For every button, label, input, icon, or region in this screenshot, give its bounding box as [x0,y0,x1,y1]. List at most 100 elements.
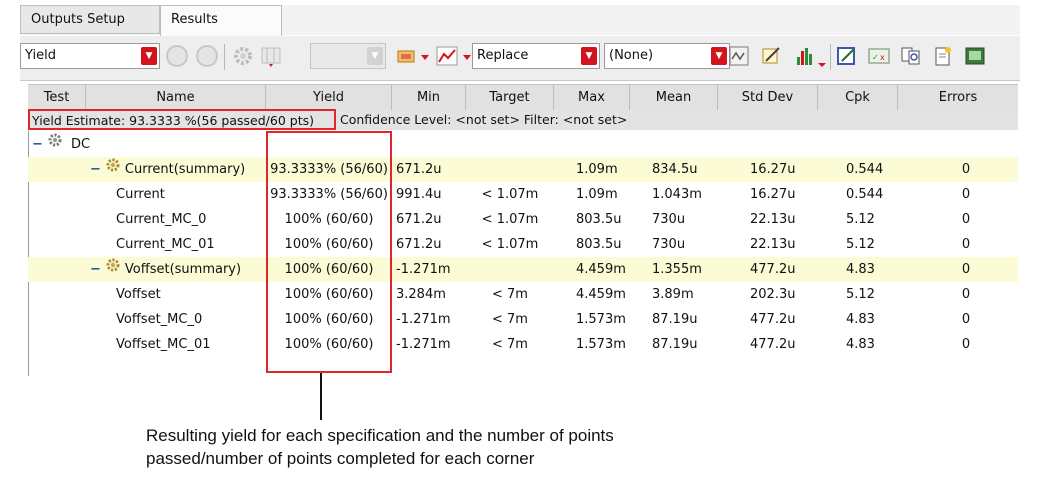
annotate-icon[interactable] [760,45,782,67]
errors-cell: 0 [961,287,971,302]
results-view-select[interactable]: Yield ▼ [20,43,160,69]
cpk-cell: 4.83 [846,337,875,352]
settings-gear-icon[interactable] [232,45,254,67]
column-header-mean[interactable]: Mean [630,85,718,110]
plot-mode-select[interactable]: Replace ▼ [472,43,600,69]
tree-root-row[interactable]: − DC [28,132,1018,157]
yield-column-highlight [266,131,392,373]
summary-row[interactable]: − Current(summary) 93.3333% (56/60) 671.2u 1… [28,157,1018,182]
compare-icon[interactable] [900,45,922,67]
max-cell: 1.573m [576,337,626,352]
collapse-icon[interactable]: − [32,132,43,157]
max-cell: 803.5u [576,212,622,227]
tab-outputs-setup[interactable]: Outputs Setup [20,5,160,34]
summary-row[interactable]: − Voffset(summary) 100% (60/60) -1.271m 4.45… [28,257,1018,282]
name-cell: Voffset [116,287,161,302]
tab-bar: Outputs Setup Results [20,5,1020,36]
min-cell: 671.2u [396,237,442,252]
max-cell: 1.573m [576,312,626,327]
plot-mode-value: Replace [477,48,529,63]
chevron-down-icon[interactable] [418,45,432,67]
mean-cell: 87.19u [652,312,698,327]
history-select[interactable]: ▼ [310,43,386,69]
chevron-down-icon[interactable]: ▼ [581,47,597,65]
cpk-cell: 5.12 [846,287,875,302]
gear-icon [105,157,121,182]
next-icon[interactable] [196,45,218,67]
results-table-header: Test Name Yield Min Target Max Mean Std … [28,84,1018,111]
table-row[interactable]: Voffset_MC_0 100% (60/60) -1.271m < 7m 1.573… [28,307,1018,332]
tree-root-label: DC [71,137,91,152]
pass-fail-icon[interactable]: ✓ x [868,45,890,67]
plot-icon[interactable] [436,45,458,67]
document-icon[interactable] [932,45,954,67]
filter-value: (None) [609,48,654,63]
target-cell [466,157,554,182]
target-cell: < 1.07m [481,187,539,202]
highlight-icon[interactable] [396,45,418,67]
column-header-target[interactable]: Target [466,85,554,110]
std-cell: 22.13u [750,237,796,252]
min-cell: -1.271m [396,312,451,327]
chevron-down-icon[interactable]: ▼ [711,47,727,65]
cpk-cell: 4.83 [846,262,875,277]
min-cell: -1.271m [396,262,451,277]
name-cell: Current_MC_01 [116,237,215,252]
cpk-cell: 5.12 [846,237,875,252]
filter-select[interactable]: (None) ▼ [604,43,730,69]
table-row[interactable]: Current 93.3333% (56/60) 991.4u < 1.07m 1.09… [28,182,1018,207]
chevron-down-icon[interactable]: ▼ [367,47,383,65]
name-text: Current(summary) [124,162,246,177]
mean-cell: 834.5u [652,162,698,177]
callout-caption: Resulting yield for each specification a… [146,424,614,470]
toolbar-separator [830,44,831,70]
mean-cell: 730u [652,212,686,227]
target-cell: < 7m [492,312,528,327]
table-row[interactable]: Voffset 100% (60/60) 3.284m < 7m 4.459m 3.89m… [28,282,1018,307]
gear-icon [47,132,63,157]
target-cell: < 7m [492,337,528,352]
max-cell: 1.09m [576,162,618,177]
table-row[interactable]: Voffset_MC_01 100% (60/60) -1.271m < 7m 1.57… [28,332,1018,357]
column-header-test[interactable]: Test [28,85,86,110]
column-header-errors[interactable]: Errors [898,85,1018,110]
collapse-icon[interactable]: − [90,157,101,182]
histogram-icon[interactable] [794,45,816,67]
max-cell: 803.5u [576,237,622,252]
column-header-std-dev[interactable]: Std Dev [718,85,818,110]
target-cell: < 1.07m [481,237,539,252]
name-cell: Voffset_MC_01 [116,337,211,352]
target-cell [466,257,554,282]
mean-cell: 3.89m [652,287,694,302]
std-cell: 477.2u [750,337,796,352]
std-cell: 22.13u [750,212,796,227]
cpk-cell: 5.12 [846,212,875,227]
name-cell: Current_MC_0 [116,212,207,227]
column-header-max[interactable]: Max [554,85,630,110]
table-row[interactable]: Current_MC_01 100% (60/60) 671.2u < 1.07m 80… [28,232,1018,257]
chevron-down-icon[interactable]: ▼ [141,47,157,65]
column-header-yield[interactable]: Yield [266,85,392,110]
caption-line-1: Resulting yield for each specification a… [146,426,614,445]
errors-cell: 0 [961,212,971,227]
caption-line-2: passed/number of points completed for ea… [146,449,535,468]
callout-line [320,373,322,420]
previous-icon[interactable] [166,45,188,67]
column-header-name[interactable]: Name [86,85,266,110]
column-header-cpk[interactable]: Cpk [818,85,898,110]
terminal-icon[interactable] [964,45,986,67]
edit-spec-icon[interactable] [836,45,858,67]
min-cell: 671.2u [396,162,442,177]
mean-cell: 1.355m [652,262,702,277]
column-header-min[interactable]: Min [392,85,466,110]
tab-results[interactable]: Results [160,5,282,36]
name-text: Voffset(summary) [124,262,242,277]
waveform-icon[interactable] [728,45,750,67]
collapse-icon[interactable]: − [90,257,101,282]
chevron-down-icon[interactable] [816,45,828,67]
table-view-icon[interactable] [260,45,282,67]
yield-estimate-bar: Yield Estimate: 93.3333 %(56 passed/60 p… [28,109,1018,130]
table-row[interactable]: Current_MC_0 100% (60/60) 671.2u < 1.07m 803… [28,207,1018,232]
errors-cell: 0 [961,237,971,252]
target-cell: < 7m [492,287,528,302]
